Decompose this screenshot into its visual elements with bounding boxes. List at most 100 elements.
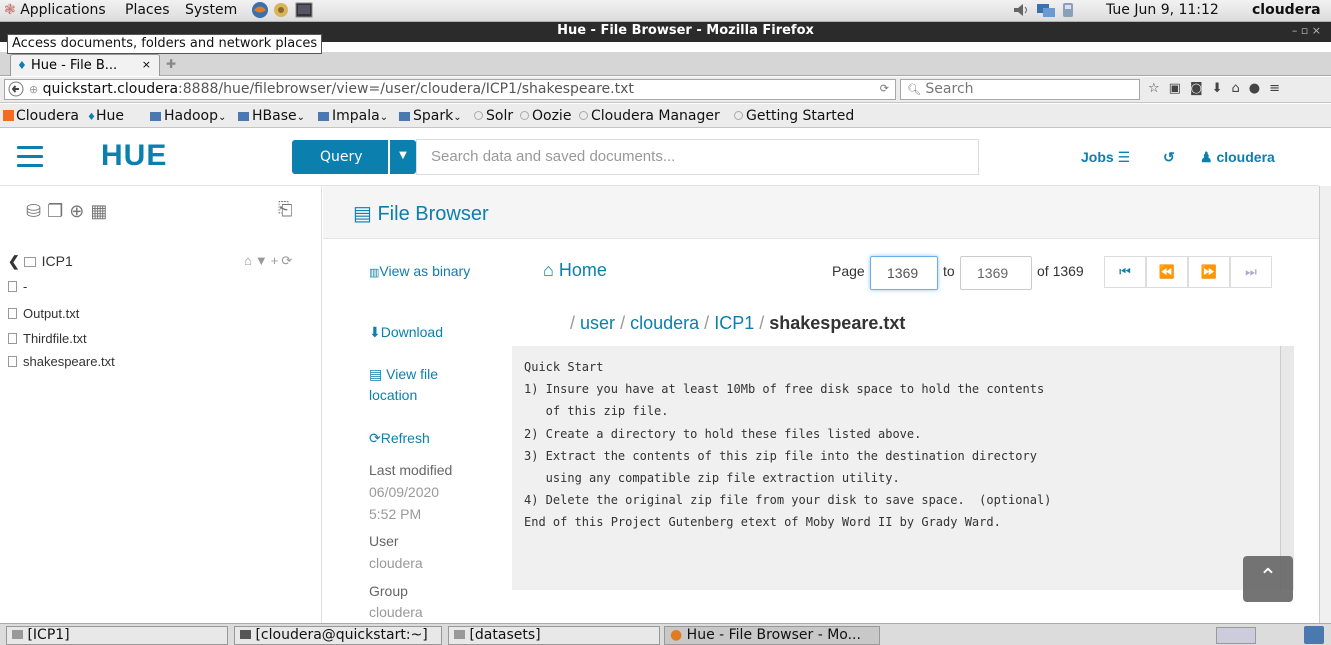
folder-icon bbox=[23, 257, 36, 267]
reload-icon[interactable]: ⟳ bbox=[880, 82, 889, 95]
download-icon[interactable]: ⬇ bbox=[1212, 81, 1232, 96]
bookmark-impala[interactable]: Impala⌄ bbox=[318, 108, 388, 124]
last-modified-date: 06/09/2020 bbox=[369, 484, 440, 500]
breadcrumb-icp1[interactable]: ICP1 bbox=[714, 313, 754, 333]
file-list-item[interactable]: shakespeare.txt bbox=[8, 354, 115, 369]
volume-icon[interactable] bbox=[1012, 1, 1032, 23]
back-chevron-icon[interactable]: ❮ bbox=[8, 253, 20, 269]
new-tab-icon[interactable]: ✚ bbox=[166, 57, 176, 71]
taskbar-item-datasets[interactable]: [datasets] bbox=[448, 626, 660, 645]
left-assist-panel: ⛁❐⊕▦ ⎗ ❮ ICP1 ⌂▼+⟳ - Output.txt Thirdfil… bbox=[0, 186, 322, 623]
site-info-icon[interactable]: ⊕ bbox=[29, 83, 38, 96]
scroll-to-top-button[interactable]: ⌃ bbox=[1243, 556, 1293, 602]
search-icon[interactable]: ⊕ bbox=[69, 201, 90, 221]
bookmark-hadoop[interactable]: Hadoop⌄ bbox=[150, 108, 226, 124]
page-to-input[interactable]: 1369 bbox=[960, 256, 1032, 290]
content-scrollbar[interactable] bbox=[1280, 346, 1294, 590]
taskbar-item-icp1[interactable]: [ICP1] bbox=[6, 626, 228, 645]
page-scrollbar[interactable] bbox=[1319, 186, 1331, 623]
chevron-down-icon: ⌄ bbox=[379, 112, 389, 123]
first-page-icon[interactable]: ⏮ bbox=[1104, 256, 1146, 288]
global-search-input[interactable]: Search data and saved documents... bbox=[416, 139, 979, 175]
places-tooltip: Access documents, folders and network pl… bbox=[7, 34, 323, 54]
download-link[interactable]: ⬇Download bbox=[369, 322, 479, 343]
jobs-link[interactable]: Jobs ☰ bbox=[1081, 149, 1130, 166]
network-icon[interactable] bbox=[1036, 2, 1056, 22]
view-file-location-link[interactable]: ▤ View file location bbox=[369, 364, 459, 406]
pocket-icon[interactable]: ◙ bbox=[1190, 81, 1212, 96]
history-icon[interactable]: ↺ bbox=[1163, 149, 1175, 166]
home-icon[interactable]: ⌂ bbox=[244, 253, 255, 268]
tab-hue-file-browser[interactable]: ♦ Hue - File B... × bbox=[10, 54, 160, 76]
hue-logo[interactable]: HUE bbox=[101, 139, 167, 173]
bookmark-oozie[interactable]: Oozie bbox=[520, 108, 571, 124]
file-browser-title-bar: ▤ File Browser bbox=[323, 186, 1319, 239]
trash-icon[interactable] bbox=[1304, 626, 1324, 644]
file-content-viewer[interactable]: Quick Start 1) Insure you have at least 1… bbox=[512, 346, 1282, 590]
taskbar-item-terminal[interactable]: [cloudera@quickstart:~] bbox=[234, 626, 442, 645]
page-from-input[interactable]: 1369 bbox=[870, 256, 938, 290]
previous-page-icon[interactable]: ⏪ bbox=[1146, 256, 1188, 288]
user-menu-link[interactable]: ♟ cloudera bbox=[1200, 149, 1275, 166]
terminal-launcher-icon[interactable] bbox=[295, 2, 313, 22]
refresh-icon[interactable]: ⟳ bbox=[281, 253, 295, 268]
bookmark-cloudera-manager[interactable]: Cloudera Manager bbox=[579, 108, 720, 124]
home-icon: ⌂ bbox=[543, 260, 554, 280]
applications-menu[interactable]: ❃ Applications bbox=[4, 2, 106, 18]
places-menu[interactable]: Places bbox=[125, 2, 170, 18]
user-menu[interactable]: cloudera bbox=[1252, 2, 1321, 18]
folder-icon bbox=[454, 630, 465, 639]
workspace-switcher[interactable] bbox=[1216, 627, 1256, 644]
settings-launcher-icon[interactable] bbox=[272, 1, 290, 23]
view-as-binary-link[interactable]: ▥View as binary bbox=[369, 261, 479, 284]
taskbar-label: Hue - File Browser - Mo... bbox=[686, 627, 861, 643]
reading-list-icon[interactable]: ▣ bbox=[1169, 81, 1190, 96]
query-dropdown-caret-icon[interactable]: ▼ bbox=[390, 140, 416, 174]
open-folder-icon[interactable]: ⎗ bbox=[278, 199, 292, 220]
breadcrumb-cloudera[interactable]: cloudera bbox=[630, 313, 699, 333]
breadcrumb-user[interactable]: user bbox=[580, 313, 615, 333]
bookmark-cloudera[interactable]: Cloudera bbox=[3, 108, 79, 124]
folder-header[interactable]: ❮ ICP1 bbox=[8, 253, 73, 270]
chat-icon[interactable]: ● bbox=[1249, 81, 1269, 96]
window-controls[interactable]: – ▫ × bbox=[1292, 24, 1321, 37]
tab-strip: ♦ Hue - File B... × ✚ bbox=[0, 52, 1331, 76]
browser-search-box[interactable]: 🔍︎ Search bbox=[900, 79, 1140, 100]
bookmark-star-icon[interactable]: ☆ bbox=[1148, 81, 1169, 96]
taskbar-item-firefox[interactable]: ● Hue - File Browser - Mo... bbox=[664, 626, 880, 645]
file-list-item[interactable]: - bbox=[8, 279, 27, 294]
home-link[interactable]: ⌂ Home bbox=[543, 260, 607, 281]
database-icon[interactable]: ⛁ bbox=[26, 201, 47, 221]
home-icon[interactable]: ⌂ bbox=[1231, 81, 1248, 96]
refresh-link[interactable]: ⟳Refresh bbox=[369, 428, 479, 449]
back-icon[interactable] bbox=[8, 81, 24, 99]
bookmark-hbase[interactable]: HBase⌄ bbox=[238, 108, 305, 124]
cloudera-logo-icon bbox=[3, 110, 14, 121]
home-label: Home bbox=[558, 260, 607, 280]
documents-icon[interactable]: ❐ bbox=[47, 201, 69, 221]
next-page-icon[interactable]: ⏩ bbox=[1188, 256, 1230, 288]
file-list-item[interactable]: Thirdfile.txt bbox=[8, 331, 87, 346]
filter-icon[interactable]: ▼ bbox=[255, 253, 271, 268]
bookmark-spark[interactable]: Spark⌄ bbox=[399, 108, 462, 124]
url-bar[interactable]: ⊕ quickstart.cloudera:8888/hue/filebrows… bbox=[4, 79, 896, 100]
bookmark-label: Solr bbox=[486, 108, 514, 124]
bookmark-hue[interactable]: ♦Hue bbox=[87, 108, 124, 124]
bookmark-solr[interactable]: Solr bbox=[474, 108, 513, 124]
add-icon[interactable]: + bbox=[271, 253, 282, 268]
query-button[interactable]: Query bbox=[292, 140, 388, 174]
bookmark-label: Cloudera Manager bbox=[591, 108, 720, 124]
hamburger-menu-icon[interactable] bbox=[17, 146, 43, 173]
globe-icon bbox=[474, 111, 483, 120]
file-list-item[interactable]: Output.txt bbox=[8, 306, 79, 321]
tab-close-icon[interactable]: × bbox=[142, 58, 151, 71]
clock[interactable]: Tue Jun 9, 11:12 bbox=[1106, 2, 1219, 18]
last-page-icon[interactable]: ⏭ bbox=[1230, 256, 1272, 288]
apps-icon[interactable]: ▦ bbox=[90, 201, 113, 221]
system-menu[interactable]: System bbox=[185, 2, 237, 18]
update-icon[interactable] bbox=[1060, 1, 1076, 23]
menu-icon[interactable]: ≡ bbox=[1269, 81, 1289, 96]
bookmark-getting-started[interactable]: Getting Started bbox=[734, 108, 854, 124]
globe-icon bbox=[520, 111, 529, 120]
firefox-launcher-icon[interactable] bbox=[251, 1, 269, 23]
